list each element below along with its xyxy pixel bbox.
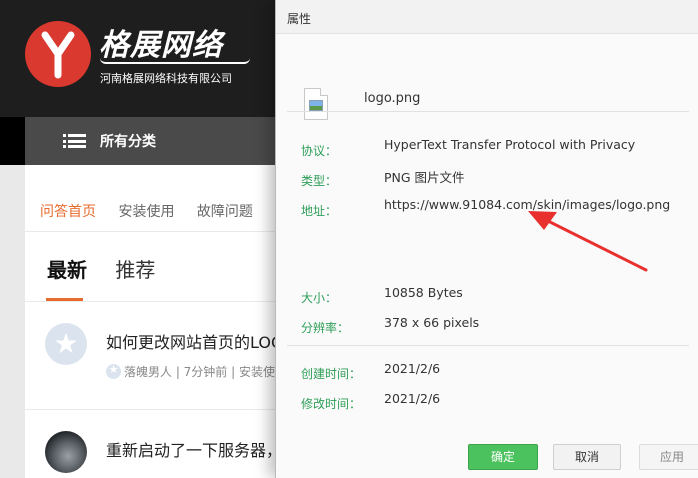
question-title[interactable]: 重新启动了一下服务器， [106, 437, 286, 461]
category-tabs: 问答首页 安装使用 故障问题 [40, 201, 271, 221]
menu-icon [63, 134, 86, 148]
category-menu[interactable]: 所有分类 [25, 117, 285, 165]
divider [25, 231, 285, 232]
tab-latest[interactable]: 最新 [47, 258, 87, 282]
star-avatar-icon [45, 323, 87, 365]
divider [25, 409, 285, 410]
tab-issues[interactable]: 故障问题 [197, 204, 253, 220]
nav-all-categories[interactable]: 所有分类 [100, 131, 156, 151]
sort-tabs: 最新 推荐 [47, 254, 177, 283]
tab-install[interactable]: 安装使用 [118, 204, 174, 220]
company-name: 河南格展网络科技有限公司 [100, 72, 232, 85]
tab-home[interactable]: 问答首页 [40, 204, 96, 220]
cancel-button[interactable]: 取消 [553, 444, 621, 470]
user-avatar [45, 431, 87, 473]
question-title[interactable]: 如何更改网站首页的LOGO [106, 329, 286, 353]
properties-dialog: 属性 logo.png 协议： HyperText Transfer Proto… [275, 0, 698, 478]
question-list-card: 问答首页 安装使用 故障问题 最新 推荐 如何更改网站首页的LOGO 落魄男人 … [25, 165, 286, 478]
red-arrow-icon [528, 211, 648, 272]
star-avatar-icon [106, 363, 121, 379]
question-meta-text: 落魄男人 | 7分钟前 | 安装使用 [124, 365, 286, 379]
question-meta: 落魄男人 | 7分钟前 | 安装使用 [106, 363, 286, 380]
logo-y-icon[interactable] [25, 21, 91, 87]
apply-button[interactable]: 应用 [639, 444, 698, 470]
ok-button[interactable]: 确定 [468, 444, 538, 470]
divider [25, 301, 285, 302]
tab-recommended[interactable]: 推荐 [115, 258, 155, 282]
brand-swoosh [100, 58, 250, 64]
